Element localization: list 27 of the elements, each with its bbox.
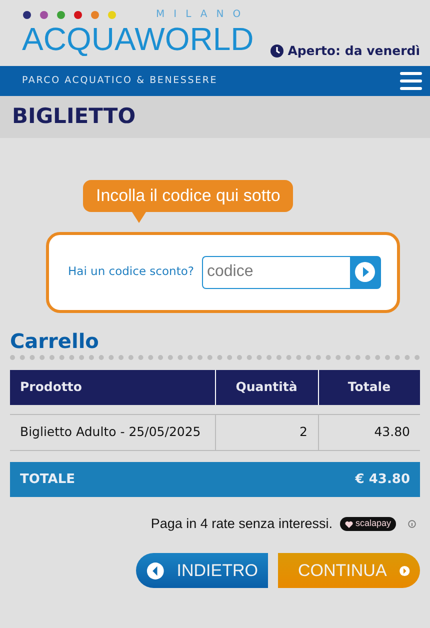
installments-text: Paga in 4 rate senza interessi. — [150, 515, 332, 533]
code-field[interactable]: codice — [202, 256, 350, 288]
scalapay-badge[interactable]: scalapay — [340, 517, 396, 531]
tagline: PARCO ACQUATICO & BENESSERE — [22, 74, 218, 88]
total-label: TOTALE — [20, 470, 76, 489]
menu-icon[interactable] — [400, 71, 422, 91]
column-header: Totale — [318, 370, 420, 404]
logo-subtitle: MILANO — [156, 10, 250, 20]
clock-icon — [270, 44, 284, 58]
previous-icon — [146, 560, 165, 581]
table-cell: 43.80 — [318, 414, 420, 450]
total-value: € 43.80 — [355, 470, 410, 489]
page-title: BIGLIETTO — [12, 103, 136, 130]
logo-text[interactable]: ACQUAWORLD — [22, 23, 254, 55]
back-button[interactable]: INDIETRO — [136, 553, 268, 588]
column-header: Prodotto — [10, 370, 215, 404]
submit-code-button[interactable] — [350, 256, 381, 288]
discount-code-label: Hai un codice sconto? — [68, 263, 194, 280]
heart-icon — [345, 520, 354, 528]
table-cell: Biglietto Adulto - 25/05/2025 — [10, 414, 215, 450]
cart-title: Carrello — [10, 328, 100, 352]
table-cell: 2 — [215, 414, 318, 450]
opening-text: Aperto: da venerdì — [288, 42, 420, 60]
column-header: Quantità — [215, 370, 318, 404]
tooltip-pointer — [132, 212, 146, 222]
info-icon[interactable] — [408, 520, 416, 528]
tooltip: Incolla il codice qui sotto — [83, 180, 294, 212]
